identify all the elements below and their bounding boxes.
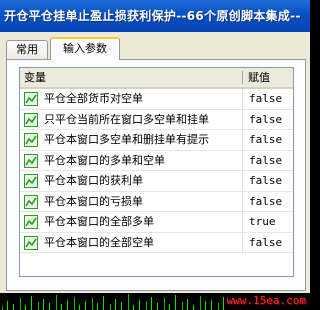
chart-bar [115, 299, 116, 310]
table-row[interactable]: 平仓全部货币对空单 false [20, 89, 293, 110]
chart-strip: www.15ea.com [0, 293, 310, 310]
parameter-value[interactable]: false [249, 110, 282, 130]
parameter-value[interactable]: false [249, 233, 282, 253]
table-row[interactable]: 平仓本窗口的全部空单 false [20, 232, 293, 253]
tab-panel: 变量 赋值 平仓全部货币对空单 false 只平仓当前所在窗口多空单和挂单 false… [6, 59, 306, 291]
chart-bar [205, 301, 206, 310]
parameter-value[interactable]: false [249, 171, 282, 191]
parameter-graph-icon [24, 194, 38, 209]
chart-bar [61, 304, 62, 310]
value-cell[interactable]: false [242, 191, 293, 212]
parameter-graph-icon [24, 133, 38, 147]
table-header: 变量 赋值 [20, 68, 293, 89]
column-header-variable[interactable]: 变量 [24, 68, 46, 87]
chart-bar [133, 305, 134, 310]
chart-bar [157, 303, 158, 310]
chart-bar [31, 296, 32, 310]
parameters-table: 变量 赋值 平仓全部货币对空单 false 只平仓当前所在窗口多空单和挂单 false… [19, 67, 294, 277]
parameter-graph-icon [24, 153, 38, 168]
column-header-value[interactable]: 赋值 [248, 68, 270, 87]
chart-bar [211, 300, 212, 310]
chart-bar [38, 302, 39, 310]
tab-common[interactable]: 常用 [6, 40, 48, 59]
chart-bar [146, 301, 147, 310]
table-row[interactable]: 平仓本窗口的多单和空单 false [20, 150, 293, 171]
window-title: 开仓平仓挂单止盈止损获利保护--66个原创脚本集成-- [0, 0, 310, 32]
parameter-name: 只平仓当前所在窗口多空单和挂单 [44, 112, 209, 126]
chart-bar [67, 300, 68, 310]
value-cell[interactable]: false [242, 171, 293, 192]
dialog: 常用 输入参数 变量 赋值 平仓全部货币对空单 false 只平仓当前所在窗口多空单… [0, 32, 310, 293]
chart-bar [175, 295, 176, 310]
chart-bar [223, 297, 224, 310]
chart-bar [25, 305, 26, 310]
value-cell[interactable]: false [242, 89, 293, 110]
parameter-name: 平仓本窗口的全部多单 [44, 215, 154, 228]
chart-bar [121, 302, 122, 310]
table-row[interactable]: 平仓本窗口的获利单 false [20, 171, 293, 192]
chart-bar [49, 303, 50, 310]
parameter-value[interactable]: false [249, 151, 282, 171]
chart-bar [20, 298, 21, 310]
chart-bar [43, 299, 44, 310]
parameter-graph-icon [24, 215, 38, 229]
parameter-name: 平仓本窗口的获利单 [44, 174, 143, 187]
chart-bar [110, 304, 111, 310]
value-cell[interactable]: false [242, 150, 293, 171]
chart-bar [218, 303, 219, 310]
value-cell[interactable]: true [242, 212, 293, 233]
chart-bar [139, 300, 140, 310]
parameter-graph-icon [24, 112, 38, 127]
chart-bar [182, 302, 183, 310]
chart-bar [128, 294, 129, 310]
chart-bar [151, 297, 152, 310]
chart-bar [56, 295, 57, 310]
table-row[interactable]: 只平仓当前所在窗口多空单和挂单 false [20, 109, 293, 130]
table-row[interactable]: 平仓本窗口的亏损单 false [20, 191, 293, 212]
parameter-name: 平仓全部货币对空单 [44, 92, 143, 105]
chart-bar [74, 297, 75, 310]
tab-input-parameters[interactable]: 输入参数 [50, 37, 120, 60]
parameter-value[interactable]: false [249, 192, 282, 212]
watermark-text: www.15ea.com [226, 294, 306, 307]
chart-bar [200, 296, 201, 310]
table-row[interactable]: 平仓本窗口多空单和删挂单有提示 false [20, 130, 293, 151]
chart-bar [97, 303, 98, 310]
chart-bar [164, 298, 165, 310]
chart-bar [103, 296, 104, 310]
row-divider [20, 252, 293, 253]
parameter-name: 平仓本窗口的亏损单 [44, 194, 143, 208]
chart-bar [7, 301, 8, 310]
chart-bar [79, 305, 80, 310]
chart-bar [2, 306, 3, 310]
chart-bar [92, 298, 93, 310]
parameter-name: 平仓本窗口的全部空单 [44, 235, 154, 249]
parameter-value[interactable]: true [249, 212, 276, 232]
value-cell[interactable]: false [242, 130, 293, 151]
value-cell[interactable]: false [242, 232, 293, 253]
parameter-graph-icon [24, 235, 38, 250]
chart-bar [85, 301, 86, 310]
parameter-graph-icon [24, 92, 38, 106]
column-separator[interactable] [242, 71, 243, 84]
chart-bar [169, 304, 170, 310]
parameter-name: 平仓本窗口的多单和空单 [44, 153, 165, 167]
parameter-value[interactable]: false [249, 130, 282, 150]
chart-bar [187, 299, 188, 310]
chart-bar [13, 304, 14, 310]
parameter-name: 平仓本窗口多空单和删挂单有提示 [44, 133, 209, 146]
parameter-graph-icon [24, 174, 38, 188]
chart-bar [193, 305, 194, 310]
table-row[interactable]: 平仓本窗口的全部多单 true [20, 212, 293, 233]
parameter-value[interactable]: false [249, 89, 282, 109]
value-cell[interactable]: false [242, 109, 293, 130]
table-body: 平仓全部货币对空单 false 只平仓当前所在窗口多空单和挂单 false 平仓本窗口多… [20, 89, 293, 253]
